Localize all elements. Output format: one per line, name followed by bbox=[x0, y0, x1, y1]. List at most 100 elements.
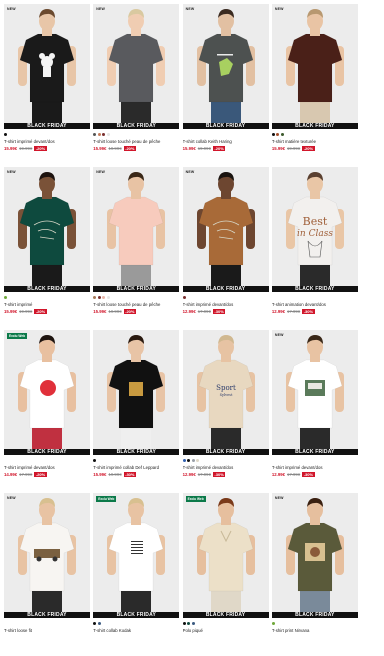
product-title[interactable]: T-shirt imprimé devant/dos bbox=[183, 465, 269, 471]
product-card[interactable]: NEW BLACK FRIDAY T-shirt collab Keith Hari… bbox=[182, 4, 269, 167]
color-swatch[interactable] bbox=[191, 621, 195, 625]
current-price: 15.99€ bbox=[271, 146, 286, 151]
discount-badge: -20% bbox=[123, 309, 136, 314]
product-card[interactable]: NEW BLACK FRIDAY T-shirt loose fit bbox=[4, 493, 90, 656]
product-image[interactable]: NEW bbox=[182, 4, 269, 123]
product-title[interactable]: T-shirt imprimé collab Def Leppard bbox=[93, 465, 179, 471]
product-image[interactable]: Best in Class bbox=[271, 167, 358, 286]
product-title[interactable]: T-shirt imprimé devant/dos bbox=[272, 465, 358, 471]
color-swatch[interactable] bbox=[106, 295, 110, 299]
product-photo-illustration bbox=[93, 330, 180, 449]
discount-badge: -20% bbox=[123, 146, 136, 151]
product-image[interactable]: Exclu Web bbox=[4, 330, 90, 449]
product-title[interactable]: T-shirt loose fit bbox=[4, 628, 90, 634]
product-title[interactable]: T-shirt imprimé devant/dos bbox=[183, 302, 269, 308]
new-badge: NEW bbox=[96, 170, 106, 174]
product-card[interactable]: Sport Sylvest BLACK FRIDAY T-shirt imprimé … bbox=[182, 330, 269, 493]
discount-badge: -30% bbox=[212, 309, 226, 314]
product-image[interactable]: NEW bbox=[4, 167, 90, 286]
color-swatch[interactable] bbox=[196, 458, 200, 462]
color-swatch[interactable] bbox=[106, 132, 110, 136]
color-swatch[interactable] bbox=[102, 132, 106, 136]
product-card[interactable]: NEW BLACK FRIDAY T-shirt matière texturée 1… bbox=[271, 4, 358, 167]
color-swatch[interactable] bbox=[4, 132, 7, 136]
current-price: 12.99€ bbox=[271, 472, 286, 477]
new-badge: NEW bbox=[274, 496, 284, 500]
color-swatch[interactable] bbox=[182, 621, 186, 625]
product-image[interactable]: NEW bbox=[271, 493, 358, 612]
product-image[interactable]: NEW bbox=[271, 4, 358, 123]
product-title[interactable]: T-shirt matière texturée bbox=[272, 139, 358, 145]
current-price: 15.99€ bbox=[93, 309, 107, 314]
product-image[interactable]: NEW bbox=[4, 493, 90, 612]
color-swatches bbox=[4, 292, 90, 300]
product-image[interactable]: NEW bbox=[182, 167, 269, 286]
current-price: 12.99€ bbox=[182, 472, 196, 477]
color-swatch[interactable] bbox=[4, 295, 7, 299]
color-swatch[interactable] bbox=[93, 132, 97, 136]
color-swatch[interactable] bbox=[182, 458, 186, 462]
product-card[interactable]: NEW BLACK FRIDAY T-shirt loose touché peau… bbox=[93, 4, 180, 167]
product-title[interactable]: T-shirt imprimé bbox=[4, 302, 90, 308]
discount-badge: -30% bbox=[212, 472, 226, 477]
color-swatch[interactable] bbox=[182, 295, 186, 299]
exclusive-badge: Exclu Web bbox=[96, 496, 117, 502]
color-swatch[interactable] bbox=[280, 132, 284, 136]
product-card[interactable]: Best in Class BLACK FRIDAY T-shirt animatio… bbox=[271, 167, 358, 330]
product-title[interactable]: T-shirt collab Kodak bbox=[93, 628, 179, 634]
product-title[interactable]: T-shirt loose touché peau de pêche bbox=[93, 302, 179, 308]
color-swatch[interactable] bbox=[191, 458, 195, 462]
product-title[interactable]: T-shirt loose touché peau de pêche bbox=[93, 139, 179, 145]
discount-badge: -20% bbox=[34, 309, 47, 314]
product-title[interactable]: Polo piqué bbox=[183, 628, 269, 634]
svg-text:Sport: Sport bbox=[216, 384, 236, 392]
current-price: 15.99€ bbox=[93, 472, 107, 477]
product-card[interactable]: Exclu Web BLACK FRIDAY T-shirt imprimé dev… bbox=[4, 330, 90, 493]
product-card[interactable]: NEW BLACK FRIDAY T-shirt imprimé 15.99€ 19.9… bbox=[4, 167, 90, 330]
price-row: 12.99€ 17.99€ -30% bbox=[272, 309, 358, 314]
product-card[interactable]: Exclu Web BLACK FRIDAY Polo piqué bbox=[182, 493, 269, 656]
product-title[interactable]: T-shirt print Nirvana bbox=[272, 628, 358, 634]
product-card[interactable]: NEW BLACK FRIDAY T-shirt imprimé devant/do… bbox=[182, 167, 269, 330]
product-image[interactable]: NEW bbox=[93, 4, 180, 123]
color-swatch[interactable] bbox=[102, 295, 106, 299]
product-title[interactable]: T-shirt collab Keith Haring bbox=[183, 139, 269, 145]
svg-text:Sylvest: Sylvest bbox=[219, 393, 232, 397]
product-image[interactable]: Sport Sylvest bbox=[182, 330, 269, 449]
color-swatch[interactable] bbox=[271, 132, 275, 136]
product-image[interactable]: NEW bbox=[4, 4, 90, 123]
product-image[interactable]: NEW bbox=[93, 167, 180, 286]
color-swatch[interactable] bbox=[276, 132, 280, 136]
color-swatch[interactable] bbox=[97, 132, 101, 136]
product-image[interactable]: NEW bbox=[271, 330, 358, 449]
product-photo-illustration bbox=[182, 167, 269, 286]
color-swatch[interactable] bbox=[93, 621, 97, 625]
product-photo-illustration bbox=[4, 4, 90, 123]
color-swatches bbox=[272, 292, 358, 300]
product-card[interactable]: Exclu Web BLACK FRIDAY T-shirt collab Koda… bbox=[93, 493, 180, 656]
color-swatch[interactable] bbox=[187, 458, 191, 462]
product-card[interactable]: NEW BLACK FRIDAY T-shirt imprimé devant/do… bbox=[4, 4, 90, 167]
product-title[interactable]: T-shirt imprimé devant/dos bbox=[4, 465, 90, 471]
color-swatch[interactable] bbox=[93, 458, 97, 462]
product-image[interactable] bbox=[93, 330, 180, 449]
product-photo-illustration bbox=[271, 4, 358, 123]
product-title[interactable]: T-shirt animation devant/dos bbox=[272, 302, 358, 308]
product-title[interactable]: T-shirt imprimé devant/dos bbox=[4, 139, 90, 145]
product-image[interactable]: Exclu Web bbox=[93, 493, 180, 612]
color-swatch[interactable] bbox=[97, 621, 101, 625]
product-card[interactable]: BLACK FRIDAY T-shirt imprimé collab Def L… bbox=[93, 330, 180, 493]
color-swatch[interactable] bbox=[271, 621, 275, 625]
product-photo-illustration bbox=[4, 330, 90, 449]
product-card[interactable]: NEW BLACK FRIDAY T-shirt loose touché peau… bbox=[93, 167, 180, 330]
color-swatch[interactable] bbox=[97, 295, 101, 299]
product-card[interactable]: NEW BLACK FRIDAY T-shirt imprimé devant/do… bbox=[271, 330, 358, 493]
product-photo-illustration bbox=[93, 167, 180, 286]
product-card[interactable]: NEW BLACK FRIDAY T-shirt print Nirvana bbox=[271, 493, 358, 656]
old-price: 19.99€ bbox=[19, 309, 33, 314]
product-photo-illustration bbox=[182, 493, 269, 612]
color-swatches bbox=[271, 618, 358, 626]
product-image[interactable]: Exclu Web bbox=[182, 493, 269, 612]
color-swatch[interactable] bbox=[187, 621, 191, 625]
color-swatch[interactable] bbox=[93, 295, 97, 299]
